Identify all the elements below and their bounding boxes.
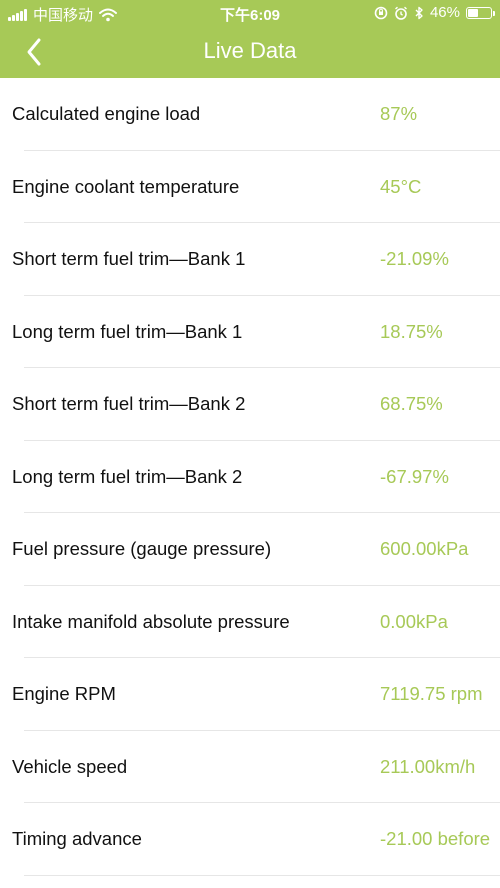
battery-fill <box>468 8 478 17</box>
list-item: Engine RPM 7119.75 rpm <box>0 658 500 731</box>
item-value: -21.09% <box>380 248 449 270</box>
nav-bar: Live Data <box>0 26 500 78</box>
page-title: Live Data <box>203 38 297 63</box>
item-label: Calculated engine load <box>12 103 201 125</box>
item-label: Intake manifold absolute pressure <box>12 610 290 632</box>
item-value: 18.75% <box>380 320 443 342</box>
item-value: -21.00 before <box>380 828 491 850</box>
list-item: Vehicle speed 211.00km/h <box>0 731 500 804</box>
orientation-lock-icon <box>374 6 388 19</box>
list-item: Short term fuel trim—Bank 1 -21.09% <box>0 223 500 296</box>
item-value: 68.75% <box>380 393 443 415</box>
list-item: Short term fuel trim—Bank 2 68.75% <box>0 368 500 441</box>
item-label: Engine RPM <box>12 683 116 705</box>
item-label: Long term fuel trim—Bank 1 <box>12 320 243 342</box>
app-header: 中国移动 下午6:09 46% Live Data <box>0 0 500 78</box>
item-label: Long term fuel trim—Bank 2 <box>12 465 243 487</box>
status-right: 46% <box>374 4 495 21</box>
list-item: Fuel pressure (gauge pressure) 600.00kPa <box>0 513 500 586</box>
item-value: 211.00km/h <box>380 755 476 777</box>
battery-percent: 46% <box>429 4 460 21</box>
item-label: Short term fuel trim—Bank 2 <box>12 393 246 415</box>
item-label: Short term fuel trim—Bank 1 <box>12 248 246 270</box>
list-item: Intake manifold absolute pressure 0.00kP… <box>0 586 500 659</box>
item-value: 87% <box>380 103 418 125</box>
alarm-icon <box>395 6 407 20</box>
status-bar: 中国移动 下午6:09 46% <box>0 0 500 26</box>
item-value: 0.00kPa <box>380 610 448 632</box>
item-value: 45°C <box>380 175 422 197</box>
item-label: Vehicle speed <box>12 755 128 777</box>
list-item: Engine coolant temperature 45°C <box>0 151 500 224</box>
bluetooth-icon <box>415 6 423 19</box>
live-data-list: Calculated engine load 87% Engine coolan… <box>0 78 500 876</box>
item-value: -67.97% <box>380 465 449 487</box>
item-label: Fuel pressure (gauge pressure) <box>12 538 272 560</box>
item-value: 7119.75 rpm <box>380 683 483 705</box>
item-label: Timing advance <box>12 828 142 850</box>
list-item: Long term fuel trim—Bank 1 18.75% <box>0 296 500 369</box>
list-item: Calculated engine load 87% <box>0 78 500 151</box>
list-item: Long term fuel trim—Bank 2 -67.97% <box>0 441 500 514</box>
list-item: Timing advance -21.00 before <box>0 803 500 876</box>
item-label: Engine coolant temperature <box>12 175 240 197</box>
battery-icon <box>466 6 495 19</box>
item-value: 600.00kPa <box>380 538 469 560</box>
